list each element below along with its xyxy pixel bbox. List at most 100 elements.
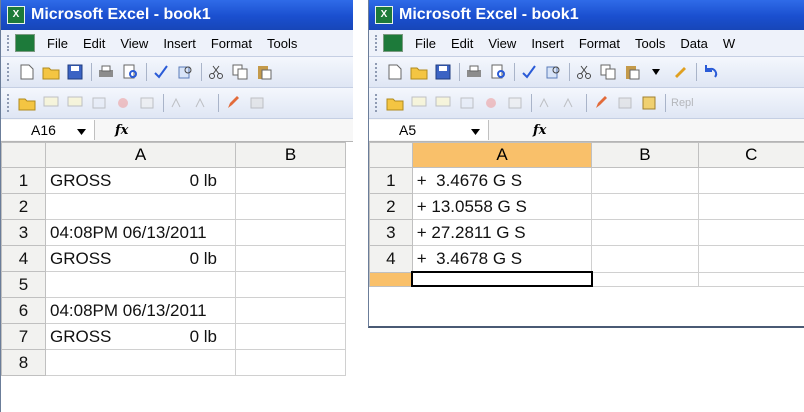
menu-grip[interactable] <box>7 35 12 51</box>
select-all-corner[interactable] <box>1 142 46 168</box>
toolbar-grip[interactable] <box>7 94 12 112</box>
menu-view[interactable]: View <box>488 36 516 51</box>
row-header[interactable]: 8 <box>1 349 46 376</box>
row-header[interactable] <box>369 271 413 287</box>
toolbar-grip[interactable] <box>7 63 12 81</box>
row-header[interactable]: 4 <box>1 245 46 272</box>
cell[interactable] <box>591 245 699 273</box>
show-comment-icon[interactable] <box>90 94 108 112</box>
workbook-icon[interactable] <box>383 34 403 52</box>
cell[interactable] <box>591 167 699 194</box>
paste-icon[interactable] <box>255 63 273 81</box>
research-icon[interactable] <box>176 63 194 81</box>
row-header[interactable]: 6 <box>1 297 46 324</box>
fx-icon[interactable]: fx <box>533 123 546 138</box>
cell[interactable]: + 3.4678 G S <box>411 245 593 273</box>
chevron-down-icon[interactable] <box>647 63 665 81</box>
edit-icon[interactable] <box>224 94 242 112</box>
active-cell[interactable] <box>411 271 593 287</box>
row-header[interactable]: 1 <box>369 167 413 194</box>
cell[interactable] <box>45 349 236 376</box>
attach-icon[interactable] <box>640 94 658 112</box>
column-header[interactable]: A <box>411 142 593 168</box>
accept-change-icon[interactable] <box>561 94 579 112</box>
cell[interactable]: GROSS 0 lb <box>45 167 236 194</box>
track-changes-icon[interactable] <box>169 94 187 112</box>
cell[interactable] <box>591 193 699 220</box>
menu-edit[interactable]: Edit <box>83 36 105 51</box>
row-header[interactable]: 5 <box>1 271 46 298</box>
menu-file[interactable]: File <box>415 36 436 51</box>
cell[interactable]: 04:08PM 06/13/2011 <box>45 297 236 324</box>
menu-file[interactable]: File <box>47 36 68 51</box>
spelling-icon[interactable] <box>520 63 538 81</box>
column-header[interactable]: B <box>591 142 699 168</box>
menu-data[interactable]: Data <box>680 36 707 51</box>
show-comment-icon[interactable] <box>458 94 476 112</box>
menu-insert[interactable]: Insert <box>531 36 564 51</box>
excel-app-icon[interactable]: X <box>7 6 25 24</box>
menu-edit[interactable]: Edit <box>451 36 473 51</box>
cell[interactable] <box>235 271 346 298</box>
workbook-icon[interactable] <box>15 34 35 52</box>
save-icon[interactable] <box>434 63 452 81</box>
research-icon[interactable] <box>544 63 562 81</box>
cell[interactable]: GROSS 0 lb <box>45 323 236 350</box>
row-header[interactable]: 1 <box>1 167 46 194</box>
row-header[interactable]: 3 <box>369 219 413 246</box>
undo-icon[interactable] <box>702 63 720 81</box>
excel-app-icon[interactable]: X <box>375 6 393 24</box>
spelling-icon[interactable] <box>152 63 170 81</box>
print-preview-icon[interactable] <box>489 63 507 81</box>
comment-next-icon[interactable] <box>66 94 84 112</box>
menu-format[interactable]: Format <box>579 36 620 51</box>
cell[interactable] <box>591 271 699 287</box>
cell[interactable]: 04:08PM 06/13/2011 <box>45 219 236 246</box>
cell[interactable] <box>697 193 804 220</box>
cell[interactable] <box>45 193 236 220</box>
folder-icon[interactable] <box>386 94 404 112</box>
fx-icon[interactable]: fx <box>115 123 128 138</box>
send-icon[interactable] <box>248 94 266 112</box>
cell[interactable] <box>235 167 346 194</box>
cell[interactable] <box>697 167 804 194</box>
delete-comment-icon[interactable] <box>138 94 156 112</box>
comment-next-icon[interactable] <box>434 94 452 112</box>
folder-icon[interactable] <box>18 94 36 112</box>
format-painter-icon[interactable] <box>671 63 689 81</box>
column-header[interactable]: A <box>45 142 236 168</box>
cell[interactable]: + 27.2811 G S <box>411 219 593 246</box>
cell[interactable]: GROSS 0 lb <box>45 245 236 272</box>
print-icon[interactable] <box>465 63 483 81</box>
open-icon[interactable] <box>42 63 60 81</box>
cell[interactable] <box>235 193 346 220</box>
title-bar[interactable]: X Microsoft Excel - book1 <box>369 0 804 30</box>
delete-comment-icon[interactable] <box>506 94 524 112</box>
copy-icon[interactable] <box>599 63 617 81</box>
accept-change-icon[interactable] <box>193 94 211 112</box>
chevron-down-icon[interactable] <box>471 122 480 138</box>
ink-icon[interactable] <box>482 94 500 112</box>
menu-tools[interactable]: Tools <box>267 36 297 51</box>
menu-tools[interactable]: Tools <box>635 36 665 51</box>
row-header[interactable]: 2 <box>1 193 46 220</box>
cell[interactable] <box>235 323 346 350</box>
print-icon[interactable] <box>97 63 115 81</box>
cell[interactable]: + 3.4676 G S <box>411 167 593 194</box>
cell[interactable] <box>591 219 699 246</box>
menu-grip[interactable] <box>375 35 380 51</box>
cell[interactable] <box>697 271 804 287</box>
menu-window[interactable]: W <box>723 36 735 51</box>
cell[interactable] <box>697 245 804 273</box>
paste-icon[interactable] <box>623 63 641 81</box>
comment-icon[interactable] <box>410 94 428 112</box>
new-icon[interactable] <box>386 63 404 81</box>
track-changes-icon[interactable] <box>537 94 555 112</box>
title-bar[interactable]: X Microsoft Excel - book1 <box>1 0 353 30</box>
print-preview-icon[interactable] <box>121 63 139 81</box>
name-box[interactable]: A5 <box>369 120 489 140</box>
cell[interactable]: + 13.0558 G S <box>411 193 593 220</box>
row-header[interactable]: 4 <box>369 245 413 273</box>
menu-view[interactable]: View <box>120 36 148 51</box>
select-all-corner[interactable] <box>369 142 413 168</box>
